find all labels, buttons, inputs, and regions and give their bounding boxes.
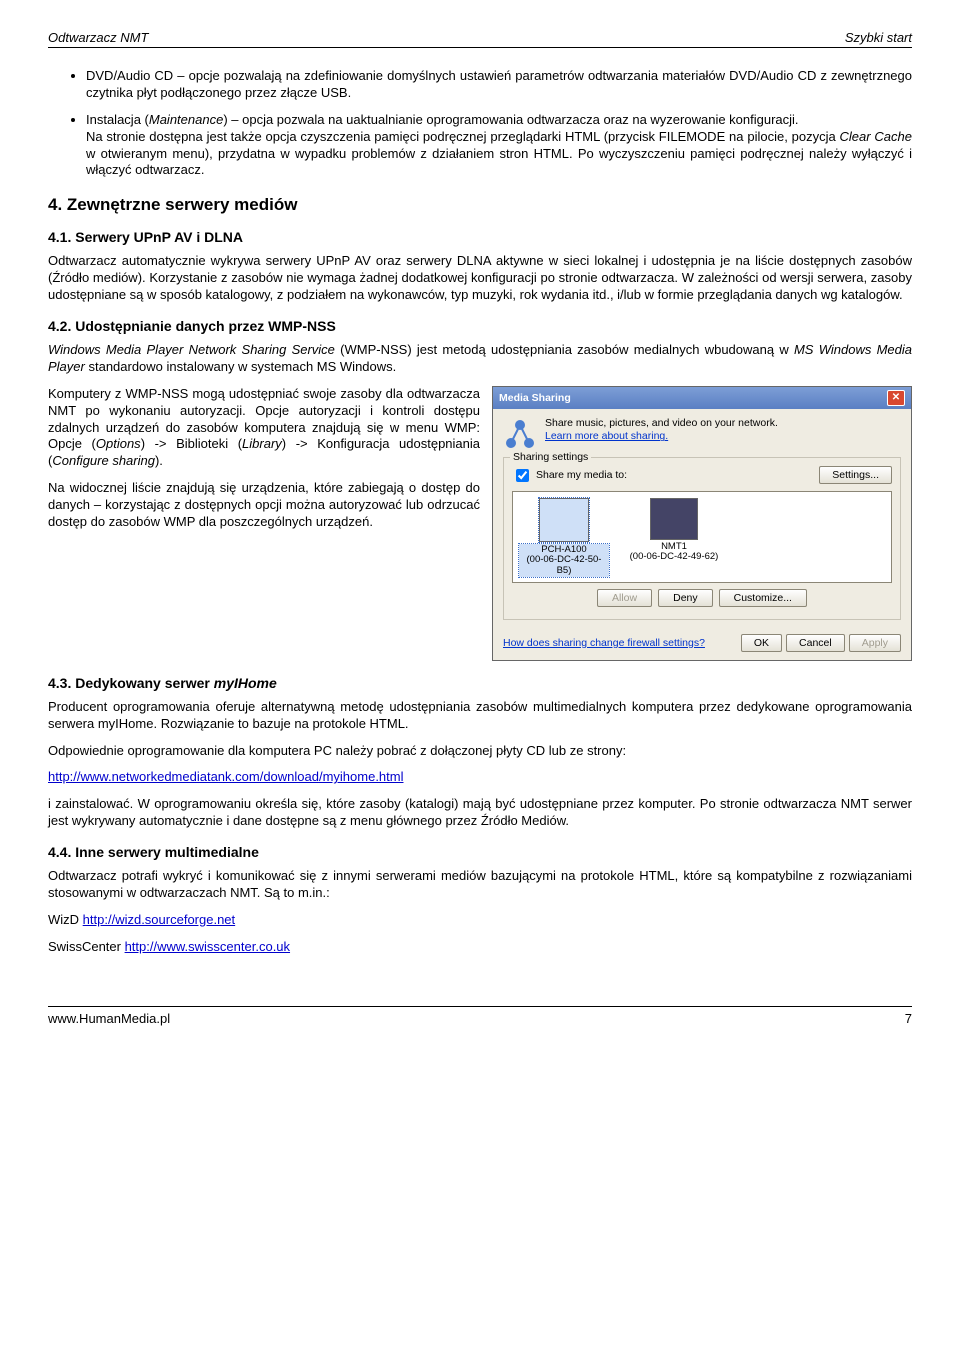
header-right: Szybki start	[845, 30, 912, 45]
dialog-title-bar[interactable]: Media Sharing ✕	[493, 387, 911, 409]
footer-page-number: 7	[905, 1011, 912, 1026]
sharing-legend: Sharing settings	[510, 451, 591, 463]
dev2-name: NMT1	[661, 541, 687, 552]
swisscenter-link[interactable]: http://www.swisscenter.co.uk	[125, 939, 290, 954]
sharing-settings-group: Sharing settings Share my media to: Sett…	[503, 457, 901, 620]
media-sharing-dialog: Media Sharing ✕ Share music, pictures, a…	[492, 386, 912, 661]
dialog-title-text: Media Sharing	[499, 392, 571, 404]
para-4-2-intro: Windows Media Player Network Sharing Ser…	[48, 342, 912, 376]
para-4-3-a: Producent oprogramowania oferuje alterna…	[48, 699, 912, 733]
device-item-pch[interactable]: PCH-A100(00-06-DC-42-50-B5)	[519, 498, 609, 576]
p42b: (WMP-NSS) jest metodą udostępniania zaso…	[335, 342, 794, 357]
para-4-1: Odtwarzacz automatycznie wykrywa serwery…	[48, 253, 912, 304]
h43-text: Dedykowany serwer myIHome	[75, 675, 277, 691]
bullet-1-text: DVD/Audio CD – opcje pozwalają na zdefin…	[86, 68, 912, 100]
customize-button[interactable]: Customize...	[719, 589, 807, 607]
p42lb: ) -> Biblioteki (	[141, 436, 242, 451]
heading-4-2: 4.2. Udostępnianie danych przez WMP-NSS	[48, 318, 912, 334]
p42li2: Library	[242, 436, 282, 451]
para-4-2-left-2: Na widocznej liście znajdują się urządze…	[48, 480, 480, 531]
b2c: Na stronie dostępna jest także opcja czy…	[86, 129, 840, 144]
device-list[interactable]: PCH-A100(00-06-DC-42-50-B5) NMT1(00-06-D…	[512, 491, 892, 583]
wizd-label: WizD	[48, 912, 83, 927]
bullet-list: DVD/Audio CD – opcje pozwalają na zdefin…	[48, 68, 912, 179]
learn-more-link[interactable]: Learn more about sharing.	[545, 430, 668, 442]
share-checkbox-label[interactable]: Share my media to:	[512, 466, 627, 485]
para-4-3-c: i zainstalować. W oprogramowaniu określa…	[48, 796, 912, 830]
p42li3: Configure sharing	[52, 453, 155, 468]
dev2-mac: (00-06-DC-42-49-62)	[630, 551, 719, 562]
settings-button[interactable]: Settings...	[819, 466, 892, 484]
p42a: Windows Media Player Network Sharing Ser…	[48, 342, 335, 357]
b2a: Instalacja (	[86, 112, 149, 127]
dev1-mac: (00-06-DC-42-50-B5)	[527, 554, 602, 575]
wizd-link[interactable]: http://wizd.sourceforge.net	[83, 912, 235, 927]
cancel-button[interactable]: Cancel	[786, 634, 845, 652]
close-icon[interactable]: ✕	[887, 390, 905, 406]
allow-button[interactable]: Allow	[597, 589, 652, 607]
para-4-4-sc: SwissCenter http://www.swisscenter.co.uk	[48, 939, 912, 956]
h43-num: 4.3.	[48, 675, 75, 691]
p42d: standardowo instalowany w systemach MS W…	[85, 359, 396, 374]
header-left: Odtwarzacz NMT	[48, 30, 148, 45]
heading-4: 4. Zewnętrzne serwery mediów	[48, 195, 912, 215]
deny-button[interactable]: Deny	[658, 589, 713, 607]
page-header: Odtwarzacz NMT Szybki start	[48, 30, 912, 48]
para-4-3-b: Odpowiednie oprogramowanie dla komputera…	[48, 743, 912, 760]
heading-4-4: 4.4. Inne serwery multimedialne	[48, 844, 912, 860]
device-icon	[650, 498, 698, 540]
share-label-text: Share my media to:	[536, 469, 627, 481]
apply-button[interactable]: Apply	[849, 634, 901, 652]
footer-left: www.HumanMedia.pl	[48, 1011, 170, 1026]
b2d: w otwieranym menu), przydatna w wypadku …	[86, 146, 912, 178]
p42ld: ).	[155, 453, 163, 468]
p42li1: Options	[96, 436, 141, 451]
para-4-4-wizd: WizD http://wizd.sourceforge.net	[48, 912, 912, 929]
para-4-3-link: http://www.networkedmediatank.com/downlo…	[48, 769, 912, 786]
b2i2: Clear Cache	[840, 129, 912, 144]
para-4-2-left-1: Komputery z WMP-NSS mogą udostępniać swo…	[48, 386, 480, 470]
sc-label: SwissCenter	[48, 939, 125, 954]
b2i: Maintenance	[149, 112, 223, 127]
page-footer: www.HumanMedia.pl 7	[48, 1006, 912, 1026]
b2b: ) – opcja pozwala na uaktualnianie oprog…	[223, 112, 798, 127]
bullet-1: DVD/Audio CD – opcje pozwalają na zdefin…	[86, 68, 912, 102]
device-item-nmt1[interactable]: NMT1(00-06-DC-42-49-62)	[629, 498, 719, 576]
heading-4-1: 4.1. Serwery UPnP AV i DLNA	[48, 229, 912, 245]
share-checkbox[interactable]	[516, 469, 529, 482]
dialog-desc-line1: Share music, pictures, and video on your…	[545, 417, 778, 431]
heading-4-3: 4.3. Dedykowany serwer myIHome	[48, 675, 912, 691]
para-4-4-a: Odtwarzacz potrafi wykryć i komunikować …	[48, 868, 912, 902]
device-icon	[539, 498, 589, 542]
bullet-2: Instalacja (Maintenance) – opcja pozwala…	[86, 112, 912, 180]
ok-button[interactable]: OK	[741, 634, 782, 652]
dev1-name: PCH-A100	[541, 544, 586, 555]
network-share-icon	[503, 417, 537, 451]
myihome-link[interactable]: http://www.networkedmediatank.com/downlo…	[48, 769, 404, 784]
firewall-link[interactable]: How does sharing change firewall setting…	[503, 637, 705, 649]
